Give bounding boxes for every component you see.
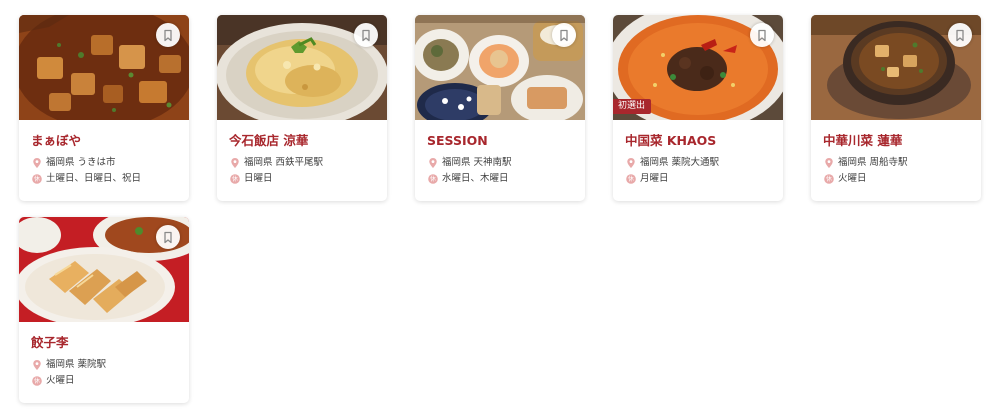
location-pin-icon: [33, 359, 41, 370]
location-pin-icon: [825, 157, 833, 168]
bookmark-button[interactable]: [552, 23, 576, 47]
location-text: 福岡県 西鉄平尾駅: [244, 157, 324, 168]
holiday-row: 休 日曜日: [229, 171, 375, 186]
bookmark-button[interactable]: [156, 225, 180, 249]
restaurant-photo[interactable]: [217, 15, 387, 120]
holiday-row: 休 土曜日、日曜日、祝日: [31, 171, 177, 186]
holiday-text: 火曜日: [46, 375, 75, 386]
restaurant-name[interactable]: 中華川菜 蓮華: [823, 133, 969, 149]
svg-text:休: 休: [430, 175, 436, 183]
restaurant-card[interactable]: 今石飯店 涼華 福岡県 西鉄平尾駅 休 日曜日: [217, 15, 387, 201]
svg-text:休: 休: [34, 175, 40, 183]
restaurant-name[interactable]: まぁぼや: [31, 133, 177, 149]
holiday-text: 土曜日、日曜日、祝日: [46, 173, 142, 184]
holiday-row: 休 火曜日: [823, 171, 969, 186]
location-pin-icon: [33, 157, 41, 168]
location-pin-icon: [627, 157, 635, 168]
bookmark-button[interactable]: [750, 23, 774, 47]
location-pin-icon: [429, 157, 437, 168]
location-row: 福岡県 薬院駅: [31, 357, 177, 372]
holiday-text: 火曜日: [838, 173, 867, 184]
location-row: 福岡県 西鉄平尾駅: [229, 155, 375, 170]
bookmark-icon: [956, 29, 964, 41]
restaurant-photo[interactable]: [19, 217, 189, 322]
closed-day-icon: 休: [32, 173, 42, 184]
closed-day-icon: 休: [428, 173, 438, 184]
restaurant-name[interactable]: SESSION: [427, 133, 573, 149]
location-text: 福岡県 周船寺駅: [838, 157, 908, 168]
restaurant-card[interactable]: 中華川菜 蓮華 福岡県 周船寺駅 休 火曜日: [811, 15, 981, 201]
location-text: 福岡県 うきは市: [46, 157, 116, 168]
svg-text:休: 休: [232, 175, 238, 183]
new-selection-badge: 初選出: [613, 99, 652, 114]
svg-text:休: 休: [34, 377, 40, 385]
restaurant-name[interactable]: 餃子李: [31, 335, 177, 351]
bookmark-button[interactable]: [948, 23, 972, 47]
holiday-row: 休 月曜日: [625, 171, 771, 186]
bookmark-icon: [758, 29, 766, 41]
restaurant-card[interactable]: SESSION 福岡県 天神南駅 休 水曜日、木曜日: [415, 15, 585, 201]
bookmark-button[interactable]: [156, 23, 180, 47]
restaurant-card[interactable]: 餃子李 福岡県 薬院駅 休 火曜日: [19, 217, 189, 403]
restaurant-photo[interactable]: 初選出: [613, 15, 783, 120]
svg-text:休: 休: [826, 175, 832, 183]
location-pin-icon: [231, 157, 239, 168]
location-row: 福岡県 周船寺駅: [823, 155, 969, 170]
restaurant-name[interactable]: 今石飯店 涼華: [229, 133, 375, 149]
restaurant-card[interactable]: 初選出 中国菜 KHAOS 福岡県 薬院大通駅 休 月曜日: [613, 15, 783, 201]
holiday-text: 水曜日、木曜日: [442, 173, 509, 184]
closed-day-icon: 休: [824, 173, 834, 184]
location-row: 福岡県 薬院大通駅: [625, 155, 771, 170]
bookmark-button[interactable]: [354, 23, 378, 47]
restaurant-card[interactable]: まぁぼや 福岡県 うきは市 休 土曜日、日曜日、祝日: [19, 15, 189, 201]
location-row: 福岡県 天神南駅: [427, 155, 573, 170]
location-text: 福岡県 薬院駅: [46, 359, 107, 370]
holiday-row: 休 水曜日、木曜日: [427, 171, 573, 186]
bookmark-icon: [164, 29, 172, 41]
closed-day-icon: 休: [32, 375, 42, 386]
holiday-text: 日曜日: [244, 173, 273, 184]
location-row: 福岡県 うきは市: [31, 155, 177, 170]
closed-day-icon: 休: [626, 173, 636, 184]
bookmark-icon: [362, 29, 370, 41]
svg-text:休: 休: [628, 175, 634, 183]
restaurant-photo[interactable]: [811, 15, 981, 120]
holiday-row: 休 火曜日: [31, 373, 177, 388]
bookmark-icon: [164, 231, 172, 243]
restaurant-photo[interactable]: [19, 15, 189, 120]
bookmark-icon: [560, 29, 568, 41]
restaurant-photo[interactable]: [415, 15, 585, 120]
location-text: 福岡県 天神南駅: [442, 157, 512, 168]
restaurant-name[interactable]: 中国菜 KHAOS: [625, 133, 771, 149]
holiday-text: 月曜日: [640, 173, 669, 184]
restaurant-grid: まぁぼや 福岡県 うきは市 休 土曜日、日曜日、祝日 今石飯店 涼華 福岡県 西…: [19, 15, 989, 403]
closed-day-icon: 休: [230, 173, 240, 184]
location-text: 福岡県 薬院大通駅: [640, 157, 720, 168]
